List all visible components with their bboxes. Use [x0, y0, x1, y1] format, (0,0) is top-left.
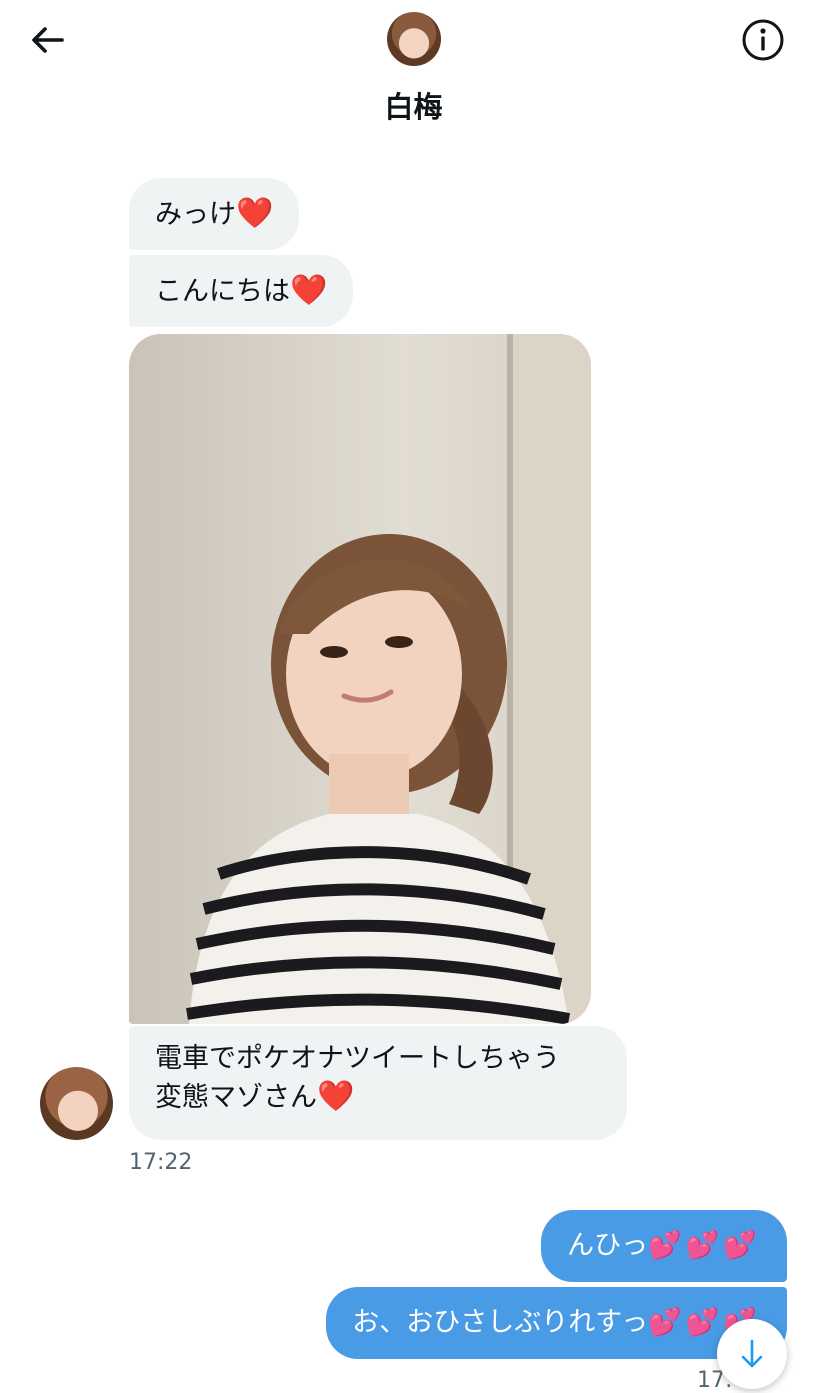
conversation-title[interactable]: 白梅: [0, 84, 827, 126]
incoming-message[interactable]: こんにちは❤️: [129, 255, 354, 327]
photo-image: [129, 334, 591, 1024]
incoming-message[interactable]: みっけ❤️: [129, 178, 300, 250]
incoming-message[interactable]: 電車でポケオナツイートしちゃう 変態マゾさん❤️: [129, 1026, 627, 1140]
info-circle-icon: [742, 19, 784, 61]
back-button[interactable]: [28, 20, 68, 60]
message-timestamp: 17:22: [129, 1150, 193, 1175]
conversation-header: 白梅: [0, 0, 827, 140]
sender-avatar[interactable]: [40, 1067, 113, 1140]
message-text-line: 電車でポケオナツイートしちゃう: [155, 1043, 560, 1074]
contact-avatar[interactable]: [387, 12, 441, 66]
scroll-to-bottom-button[interactable]: [717, 1319, 787, 1389]
arrow-left-icon: [32, 27, 64, 53]
message-text-line: 変態マゾさん: [155, 1082, 317, 1113]
heart-emoji: ❤️: [290, 273, 328, 308]
message-text: んひっ: [567, 1230, 649, 1261]
message-photo[interactable]: [129, 334, 591, 1024]
message-text: こんにちは: [155, 276, 290, 307]
heart-emoji: ❤️: [236, 196, 274, 231]
two-hearts-emoji: 💕💕💕: [648, 1230, 761, 1261]
message-text: みっけ: [155, 199, 236, 230]
message-text: お、おひさしぶりれすっ: [352, 1307, 649, 1338]
arrow-down-icon: [741, 1339, 763, 1368]
heart-emoji: ❤️: [317, 1079, 355, 1114]
outgoing-message[interactable]: んひっ💕💕💕: [541, 1210, 787, 1282]
info-button[interactable]: [740, 17, 786, 63]
